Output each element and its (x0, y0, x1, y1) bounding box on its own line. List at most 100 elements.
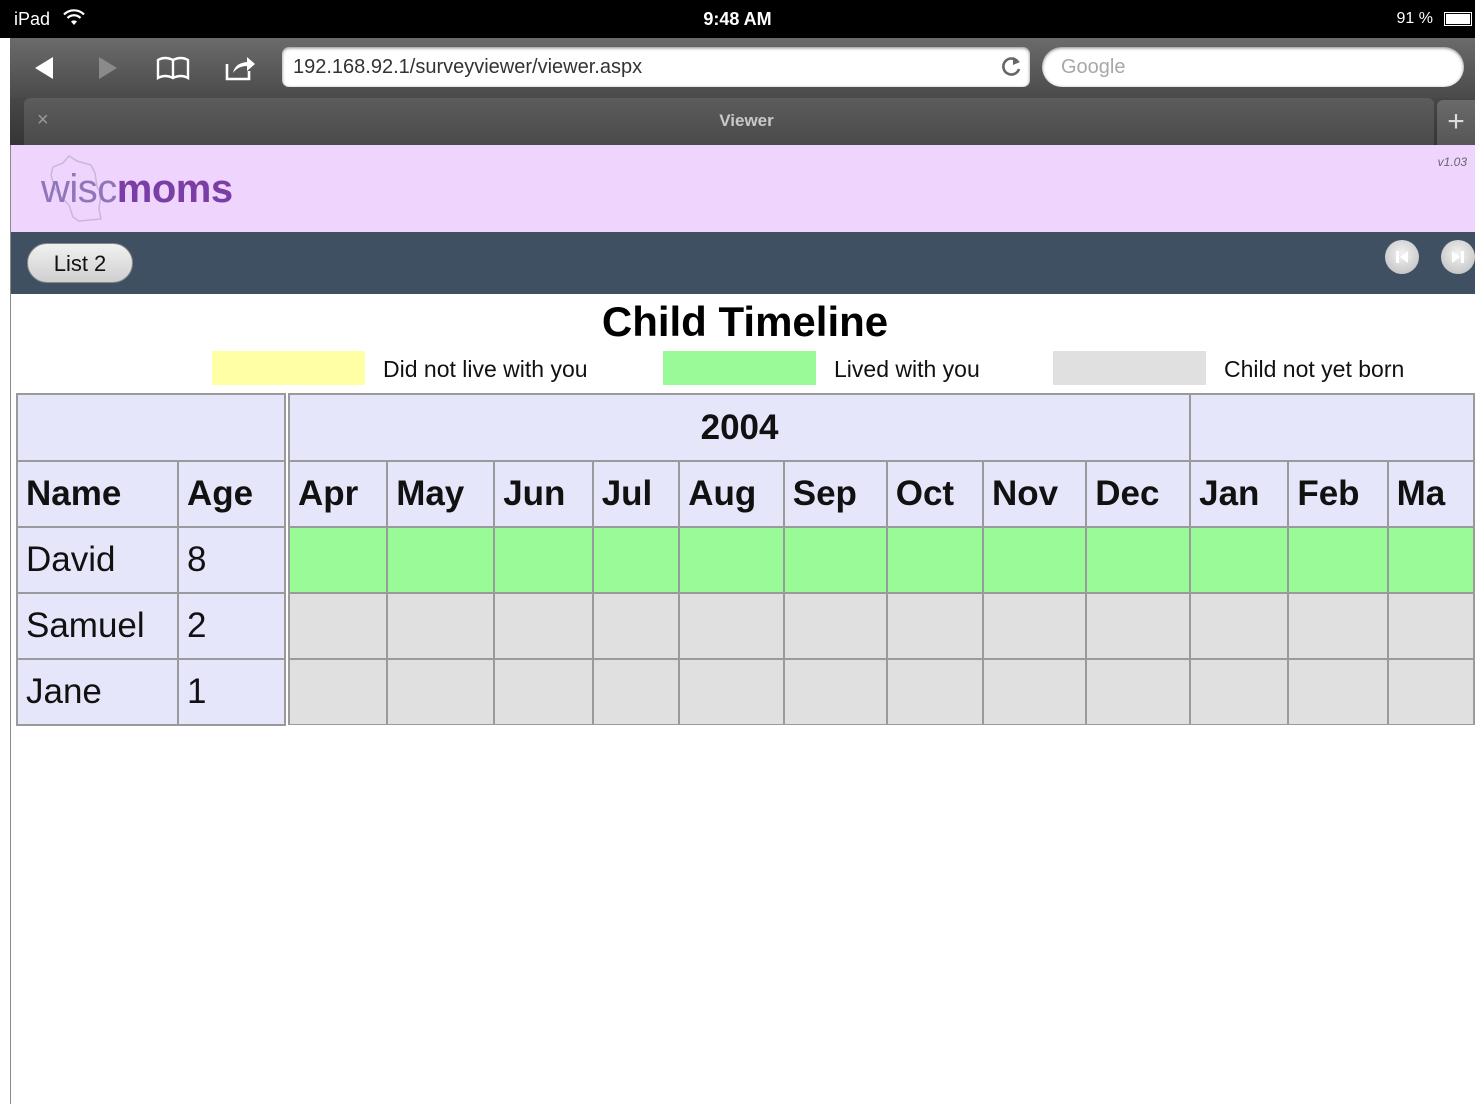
timeline-cell (885, 592, 984, 660)
timeline-cell (1287, 658, 1389, 725)
timeline-scroll-area[interactable]: 2004 Apr May Jun Jul Aug Sep Oct Nov Dec… (288, 393, 1475, 725)
child-name: Samuel (16, 592, 179, 660)
timeline-cell (678, 658, 785, 725)
month-header: Feb (1287, 460, 1389, 528)
timeline-cell (386, 658, 496, 725)
timeline-cell (678, 592, 785, 660)
timeline-cell (591, 592, 681, 660)
timeline-cell (1189, 592, 1290, 660)
timeline-cell (288, 526, 389, 594)
child-age: 2 (177, 592, 286, 660)
wiscmoms-logo: wiscmoms (41, 167, 233, 212)
page-title: Child Timeline (601, 298, 889, 345)
next-year-header (1189, 393, 1475, 462)
timeline-table: 2004 Apr May Jun Jul Aug Sep Oct Nov Dec… (288, 393, 1475, 725)
timeline-cell (782, 526, 888, 594)
battery-percent: 91 % (1396, 10, 1433, 27)
address-text: 192.168.92.1/surveyviewer/viewer.aspx (293, 56, 643, 78)
nav-bar: List 2 (11, 232, 1475, 294)
table-corner (16, 393, 286, 462)
child-age: 8 (177, 526, 286, 594)
version-label: v1.03 (1437, 155, 1467, 169)
bookmarks-button[interactable] (153, 48, 193, 88)
month-header: Ma (1386, 460, 1475, 528)
tab-bar: × Viewer + (10, 98, 1475, 145)
timeline-cell (1386, 658, 1475, 725)
share-icon (225, 57, 255, 81)
legend-label-lived: Lived with you (834, 356, 980, 382)
timeline-cell (386, 592, 496, 660)
logo-wisc: wisc (41, 167, 117, 211)
app-header: wiscmoms v1.03 (11, 145, 1475, 232)
reload-icon (1002, 57, 1021, 76)
child-name: David (16, 526, 179, 594)
timeline-cell (1085, 592, 1192, 660)
logo-moms: moms (116, 167, 233, 211)
month-header: Jan (1189, 460, 1290, 528)
tab-title: Viewer (719, 111, 774, 130)
clock: 9:48 AM (703, 9, 772, 29)
month-header: Nov (981, 460, 1088, 528)
month-header: Sep (782, 460, 888, 528)
timeline-cell (678, 526, 785, 594)
legend-swatch-did-not-live (212, 351, 365, 385)
tab-viewer[interactable]: × Viewer (24, 98, 1434, 145)
back-arrow-icon (35, 57, 53, 79)
month-header: Dec (1085, 460, 1192, 528)
timeline-cell (591, 526, 681, 594)
timeline-cell (981, 592, 1088, 660)
age-header: Age (177, 460, 286, 528)
timeline-cell (1386, 592, 1475, 660)
first-page-button[interactable] (1385, 240, 1419, 274)
skip-back-icon (1396, 251, 1408, 263)
month-header: Aug (678, 460, 785, 528)
status-bar: iPad 9:48 AM 91 % (0, 0, 1475, 38)
month-header: Jun (493, 460, 594, 528)
legend-label-did-not-live: Did not live with you (383, 356, 588, 382)
timeline-cell (1189, 526, 1290, 594)
list-button[interactable]: List 2 (27, 243, 133, 283)
reload-button[interactable] (998, 54, 1024, 85)
browser-toolbar: 192.168.92.1/surveyviewer/viewer.aspx (10, 38, 1475, 98)
address-bar[interactable]: 192.168.92.1/surveyviewer/viewer.aspx (282, 47, 1030, 87)
timeline-cell (493, 592, 594, 660)
timeline-cell (1085, 658, 1192, 725)
skip-forward-icon (1452, 251, 1464, 263)
timeline-cell (1287, 526, 1389, 594)
back-button[interactable] (24, 48, 64, 88)
timeline-cell (493, 526, 594, 594)
timeline-row-samuel (288, 592, 1475, 660)
timeline-cell (885, 526, 984, 594)
legend-swatch-lived (663, 351, 816, 385)
battery-icon (1444, 12, 1472, 26)
month-header-row: Apr May Jun Jul Aug Sep Oct Nov Dec Jan … (288, 460, 1475, 528)
timeline-cell (386, 526, 496, 594)
month-header: Jul (591, 460, 681, 528)
timeline-cell (591, 658, 681, 725)
search-input[interactable] (1059, 55, 1443, 80)
timeline-cell (885, 658, 984, 725)
timeline-cell (1386, 526, 1475, 594)
timeline-cell (981, 526, 1088, 594)
legend-swatch-not-born (1053, 351, 1206, 385)
month-header: Apr (288, 460, 389, 528)
timeline-cell (1287, 592, 1389, 660)
timeline-cell (1189, 658, 1290, 725)
child-name: Jane (16, 658, 179, 726)
search-bar[interactable] (1042, 47, 1464, 87)
forward-button[interactable] (88, 48, 128, 88)
last-page-button[interactable] (1441, 240, 1475, 274)
children-table: Name Age David 8 Samuel 2 Jane 1 (16, 393, 286, 726)
share-button[interactable] (220, 48, 260, 88)
timeline-cell (1085, 526, 1192, 594)
year-header: 2004 (288, 393, 1192, 462)
month-header: Oct (885, 460, 984, 528)
timeline-row-david (288, 526, 1475, 594)
name-header: Name (16, 460, 179, 528)
new-tab-button[interactable]: + (1437, 100, 1475, 145)
timeline-cell (782, 592, 888, 660)
timeline-cell (493, 658, 594, 725)
legend-label-not-born: Child not yet born (1224, 356, 1405, 382)
child-age: 1 (177, 658, 286, 726)
bookmarks-icon (156, 56, 190, 81)
